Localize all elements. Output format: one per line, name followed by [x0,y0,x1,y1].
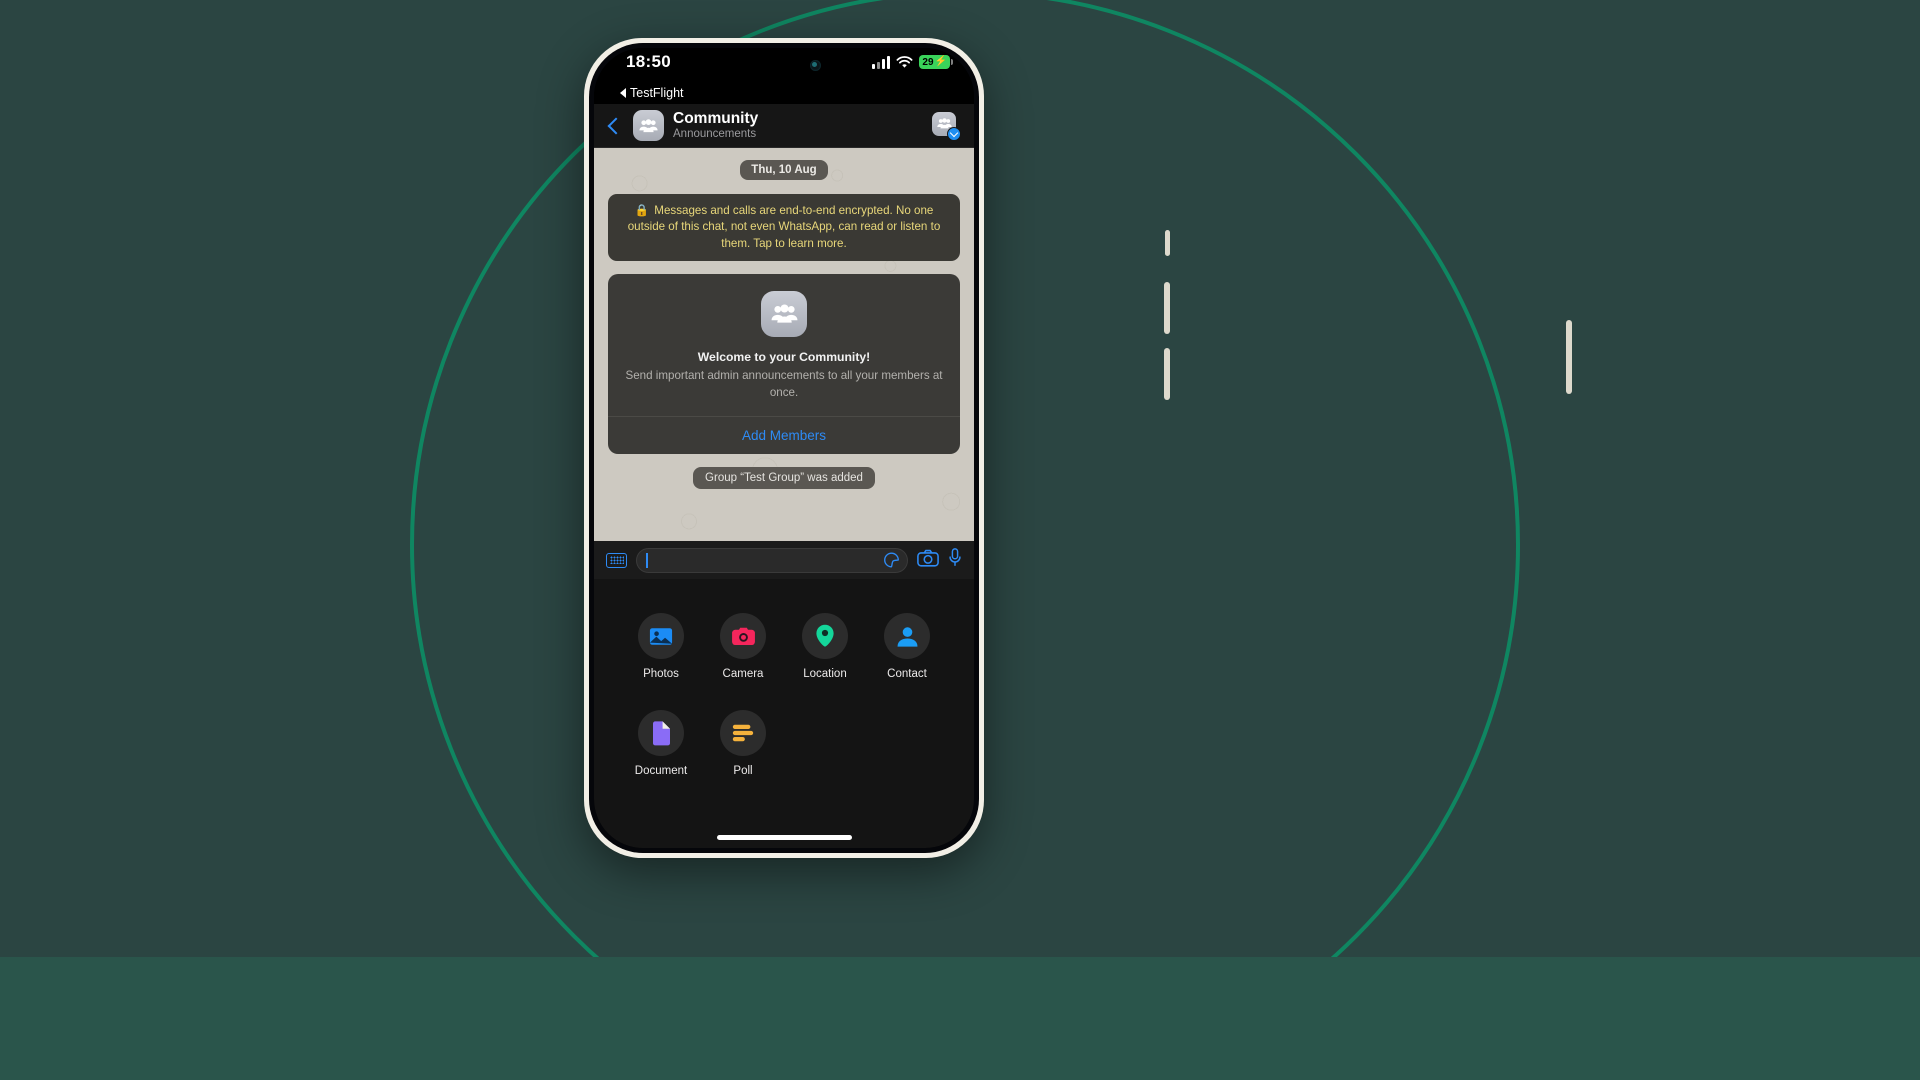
phone-screen: 18:50 29 ⚡ TestFlight Community Announce… [594,48,974,848]
status-bar-time: 18:50 [626,52,671,71]
encryption-notice-text: Messages and calls are end-to-end encryp… [627,204,941,250]
chat-title-block[interactable]: Community Announcements [673,110,923,140]
welcome-card-body: Welcome to your Community! Send importan… [608,274,960,415]
attachment-option-camera[interactable]: Camera [702,613,784,680]
battery-level: 29 [922,56,934,68]
attachment-label: Photos [643,668,679,680]
attachment-option-document[interactable]: Document [620,710,702,777]
chat-title: Community [673,110,759,128]
welcome-community-card: Welcome to your Community! Send importan… [608,274,960,454]
microphone-icon[interactable] [948,548,962,572]
back-to-app-label: TestFlight [630,86,684,100]
location-icon [802,613,848,659]
charging-bolt-icon: ⚡ [934,56,947,67]
attachment-label: Location [803,668,847,680]
power-button[interactable] [1566,320,1572,394]
phone-device-frame: 18:50 29 ⚡ TestFlight Community Announce… [584,38,1572,858]
battery-cap [951,59,953,65]
sticker-icon[interactable] [883,552,900,569]
attachment-option-photos[interactable]: Photos [620,613,702,680]
keyboard-icon[interactable] [606,552,627,568]
attachment-option-contact[interactable]: Contact [866,613,948,680]
attachment-picker-panel: Photos Camera Location Contact Document … [594,579,974,826]
keyboard-keys-glyph [609,556,624,564]
chat-nav-header: Community Announcements [594,104,974,148]
welcome-card-title: Welcome to your Community! [697,350,871,365]
chat-message-area: Thu, 10 Aug 🔒 Messages and calls are end… [594,148,974,541]
attachment-label: Document [634,765,688,777]
home-indicator[interactable] [594,826,974,848]
battery-indicator: 29 ⚡ [919,55,953,69]
chevron-down-badge-icon [947,126,961,141]
attachment-grid: Photos Camera Location Contact Document … [620,613,948,777]
message-input-field[interactable] [636,547,908,573]
date-divider-pill: Thu, 10 Aug [740,160,828,180]
dynamic-island [731,51,837,80]
chevron-left-icon[interactable] [604,116,624,136]
attachment-label: Poll [733,765,753,777]
welcome-card-description: Send important admin announcements to al… [625,369,943,399]
encryption-notice[interactable]: 🔒 Messages and calls are end-to-end encr… [608,194,960,262]
volume-down-button[interactable] [1164,348,1170,400]
contact-icon [884,613,930,659]
message-input-bar [594,541,974,579]
status-bar: 18:50 29 ⚡ [594,48,974,82]
camera-icon [720,613,766,659]
attachment-option-location[interactable]: Location [784,613,866,680]
front-camera-icon [810,60,821,71]
document-icon [638,710,684,756]
home-indicator-bar [716,834,852,840]
camera-icon[interactable] [917,549,939,572]
text-caret [646,552,648,568]
poll-icon [720,710,766,756]
add-members-button[interactable]: Add Members [608,417,960,454]
status-bar-indicators: 29 ⚡ [872,55,953,69]
back-to-app-link[interactable]: TestFlight [594,82,974,104]
community-chevron-badge-icon[interactable] [932,111,961,141]
wifi-icon [896,55,913,69]
attachment-label: Contact [887,668,927,680]
lock-icon: 🔒 [634,204,650,217]
backdrop-lower-band [0,957,1920,1080]
system-message-pill: Group “Test Group” was added [693,466,875,489]
community-group-icon [761,291,807,338]
community-group-icon[interactable] [633,110,664,141]
phone-inner-bezel: 18:50 29 ⚡ TestFlight Community Announce… [589,43,979,853]
photos-icon [638,613,684,659]
cellular-bars-icon [872,55,891,69]
back-triangle-icon [620,88,626,98]
attachment-label: Camera [722,668,764,680]
volume-up-button[interactable] [1164,282,1170,334]
silence-switch[interactable] [1165,230,1170,256]
attachment-option-poll[interactable]: Poll [702,710,784,777]
chat-subtitle: Announcements [673,127,757,140]
